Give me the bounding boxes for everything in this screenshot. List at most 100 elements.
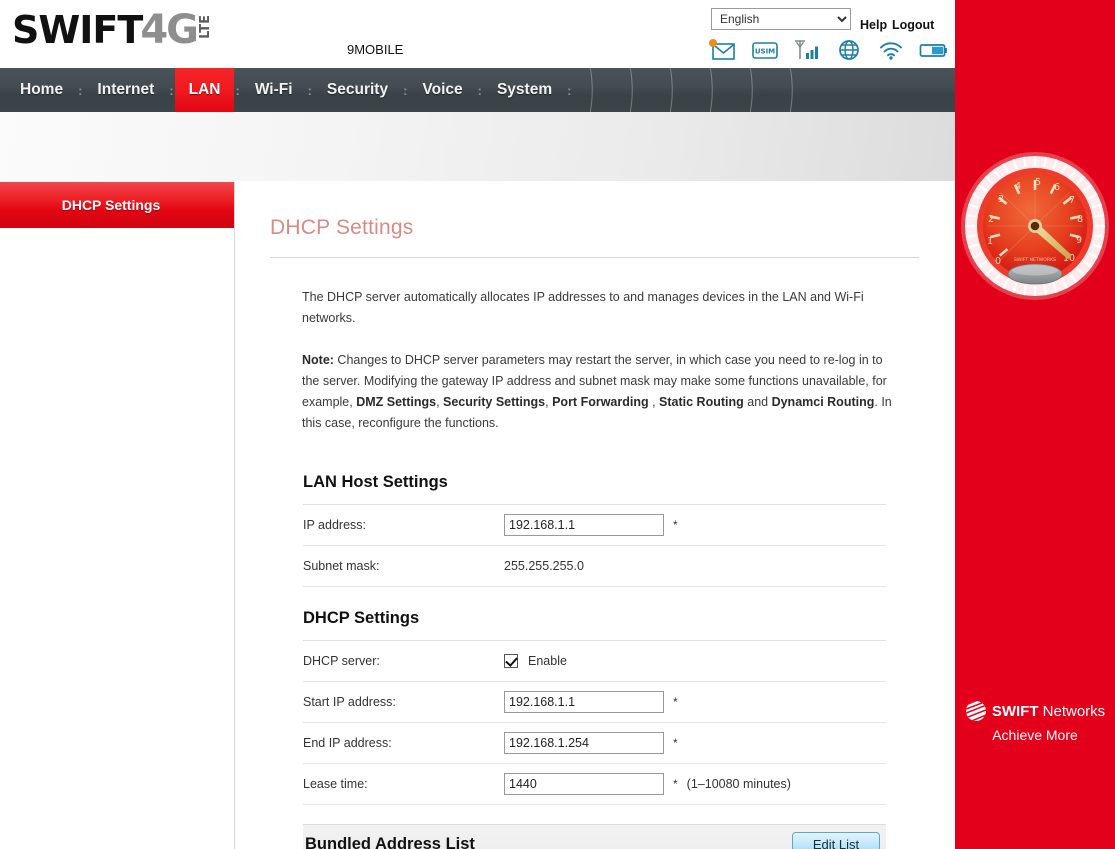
nav-item-wifi[interactable]: Wi-Fi — [241, 68, 307, 112]
lease-time-input[interactable] — [504, 773, 664, 795]
nav-item-security[interactable]: Security — [313, 68, 402, 112]
carrier-name-label: 9MOBILE — [347, 42, 404, 57]
message-icon[interactable] — [708, 38, 738, 62]
page-header: SWIFT 4G LTE 9MOBILE English Help Logout — [0, 0, 955, 68]
main-content: DHCP Settings The DHCP server automatica… — [236, 182, 955, 849]
nav-separator: : — [235, 82, 240, 98]
brand-name-rest: Networks — [1038, 702, 1106, 720]
nav-label: Voice — [422, 81, 463, 98]
required-asterisk: * — [673, 736, 678, 750]
gauge-number-2: 2 — [988, 214, 994, 225]
note-text-4: , — [648, 395, 660, 409]
header-controls: English Help Logout USIM — [700, 6, 955, 62]
gauge-number-9: 9 — [1076, 235, 1082, 246]
subnet-mask-value: 255.255.255.0 — [504, 559, 584, 573]
note-link-dmz: DMZ Settings — [356, 395, 437, 409]
form-row-subnet-mask: Subnet mask: 255.255.255.0 — [303, 546, 886, 587]
end-ip-label: End IP address: — [303, 736, 392, 750]
nav-separator: : — [78, 82, 83, 98]
note-link-port-forwarding: Port Forwarding — [552, 395, 649, 409]
intro-paragraph: The DHCP server automatically allocates … — [302, 290, 864, 325]
nav-separator: : — [477, 82, 482, 98]
status-icon-bar: USIM — [708, 38, 948, 62]
gauge-number-0: 0 — [995, 256, 1001, 267]
form-row-lease-time: Lease time: * (1–10080 minutes) — [303, 764, 886, 805]
speedometer-gauge-graphic: 0 1 2 3 4 5 6 7 8 9 10 SWIFT NETWORKS — [961, 152, 1109, 300]
nav-item-internet[interactable]: Internet — [83, 68, 168, 112]
form-row-ip-address: IP address: * — [303, 505, 886, 546]
help-link[interactable]: Help — [860, 18, 887, 32]
gauge-caption: SWIFT NETWORKS — [1014, 257, 1056, 263]
dhcp-server-value-group: Enable — [504, 654, 567, 668]
main-navigation: Home : Internet : LAN : Wi-Fi : Security… — [0, 68, 955, 112]
lease-time-label: Lease time: — [303, 777, 368, 791]
nav-item-voice[interactable]: Voice — [408, 68, 476, 112]
gauge-number-8: 8 — [1077, 214, 1083, 225]
brand-name: SWIFT Networks — [992, 704, 1105, 719]
note-link-static-routing: Static Routing — [659, 395, 744, 409]
intro-text-block: The DHCP server automatically allocates … — [302, 287, 902, 455]
form-row-dhcp-server: DHCP server: Enable — [303, 641, 886, 682]
note-text-5: and — [743, 395, 772, 409]
nav-label: Wi-Fi — [254, 81, 293, 98]
note-text-2: , — [436, 395, 444, 409]
nav-separator: : — [307, 82, 312, 98]
subnet-mask-label: Subnet mask: — [303, 559, 380, 573]
required-asterisk: * — [673, 518, 678, 532]
nav-separator: : — [169, 82, 174, 98]
brand-row: SWIFT Networks — [965, 700, 1105, 722]
svg-text:USIM: USIM — [755, 48, 775, 56]
bundled-address-list-heading: Bundled Address List — [305, 835, 475, 849]
logo-lte-text: LTE — [197, 15, 213, 39]
note-prefix: Note: — [302, 353, 334, 367]
gauge-number-6: 6 — [1054, 182, 1060, 193]
sidebar: DHCP Settings — [0, 182, 235, 849]
logo-4g-text: 4G — [140, 7, 199, 53]
bundled-address-list-bar: Bundled Address List Edit List — [303, 824, 886, 849]
required-asterisk: * — [673, 777, 678, 791]
gauge-number-7: 7 — [1069, 195, 1075, 206]
end-ip-input[interactable] — [504, 732, 664, 754]
logout-link[interactable]: Logout — [892, 18, 934, 32]
gauge-number-1: 1 — [987, 236, 993, 247]
lease-time-hint: (1–10080 minutes) — [686, 777, 791, 791]
brand-tagline: Achieve More — [992, 727, 1078, 743]
gauge-number-5: 5 — [1035, 177, 1041, 188]
usim-icon[interactable]: USIM — [750, 38, 780, 62]
nav-label: LAN — [188, 81, 221, 98]
form-row-start-ip: Start IP address: * — [303, 682, 886, 723]
lease-time-value-group: * (1–10080 minutes) — [504, 773, 791, 795]
right-side-panel: 0 1 2 3 4 5 6 7 8 9 10 SWIFT NETWORKS SW… — [955, 0, 1115, 849]
ip-address-value-group: * — [504, 514, 678, 536]
network-icon[interactable] — [834, 38, 864, 62]
nav-separator: : — [567, 82, 572, 98]
subnet-mask-value-group: 255.255.255.0 — [504, 559, 584, 573]
sidebar-item-dhcp-settings[interactable]: DHCP Settings — [0, 182, 234, 228]
note-link-dynamic-routing: Dynamci Routing — [771, 395, 875, 409]
page-title: DHCP Settings — [270, 216, 414, 239]
ip-address-label: IP address: — [303, 518, 367, 532]
swift-networks-branding: SWIFT Networks Achieve More — [955, 700, 1115, 743]
nav-label: Internet — [97, 81, 155, 98]
signal-icon[interactable] — [792, 38, 822, 62]
edit-list-button[interactable]: Edit List — [792, 831, 880, 849]
start-ip-value-group: * — [504, 691, 678, 713]
sidebar-item-label: DHCP Settings — [61, 197, 161, 213]
logo-swift-text: SWIFT — [12, 8, 143, 52]
section-heading-lan-host: LAN Host Settings — [303, 467, 886, 505]
battery-icon[interactable] — [918, 38, 948, 62]
wifi-icon[interactable] — [876, 38, 906, 62]
nav-item-list: Home : Internet : LAN : Wi-Fi : Security… — [0, 68, 955, 112]
ip-address-input[interactable] — [504, 514, 664, 536]
nav-item-system[interactable]: System — [483, 68, 566, 112]
nav-item-home[interactable]: Home — [6, 68, 77, 112]
dhcp-enable-checkbox[interactable] — [504, 654, 518, 668]
language-select[interactable]: English — [711, 8, 851, 30]
start-ip-input[interactable] — [504, 691, 664, 713]
gauge-number-3: 3 — [998, 194, 1004, 205]
nav-item-lan[interactable]: LAN — [174, 68, 235, 112]
required-asterisk: * — [673, 695, 678, 709]
dhcp-enable-checkbox-group[interactable]: Enable — [504, 654, 567, 668]
nav-label: System — [496, 81, 553, 98]
router-admin-page: SWIFT 4G LTE 9MOBILE English Help Logout — [0, 0, 1115, 849]
